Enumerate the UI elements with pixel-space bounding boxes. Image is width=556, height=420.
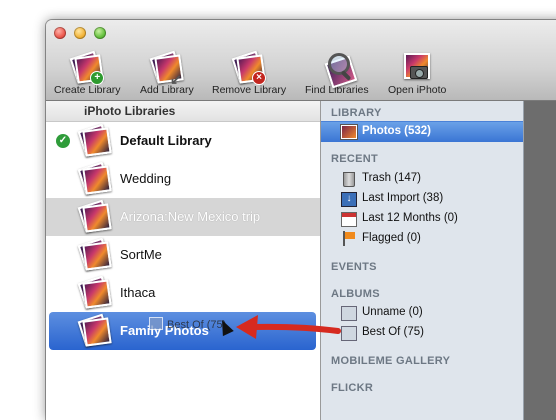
library-section-header: LIBRARY — [331, 107, 382, 119]
source-item-trash[interactable]: Trash (147) — [321, 169, 523, 189]
import-icon: ↓ — [341, 191, 357, 207]
library-name: SortMe — [120, 247, 162, 262]
remove-library-icon: × — [231, 50, 267, 85]
library-icon — [77, 161, 112, 195]
album-icon — [149, 317, 163, 330]
library-icon — [77, 275, 112, 309]
library-row-sortme[interactable]: SortMe — [46, 236, 320, 274]
content-area — [524, 101, 556, 420]
remove-library-label: Remove Library — [212, 84, 287, 96]
recent-section-header: RECENT — [331, 153, 379, 165]
close-window-button[interactable] — [54, 27, 66, 39]
source-item-label: Last 12 Months (0) — [362, 212, 458, 224]
library-icon — [77, 237, 112, 271]
library-list-header: iPhoto Libraries — [46, 101, 320, 122]
drag-ghost: Best Of (75) — [149, 317, 226, 331]
source-item-last-import[interactable]: ↓ Last Import (38) — [321, 189, 523, 209]
find-libraries-icon — [322, 53, 358, 89]
library-row-wedding[interactable]: Wedding — [46, 160, 320, 198]
source-item-label: Photos (532) — [362, 125, 432, 137]
album-icon — [341, 305, 357, 321]
calendar-icon — [341, 211, 357, 227]
library-row-ithaca[interactable]: Ithaca — [46, 274, 320, 312]
mobileme-section-header: MOBILEME GALLERY — [331, 355, 451, 367]
library-icon — [77, 123, 112, 157]
library-list-pane: iPhoto Libraries ✓ Default Library Weddi… — [46, 101, 321, 420]
find-libraries-button[interactable]: Find Libraries — [305, 53, 369, 96]
add-library-label: Add Library — [140, 84, 194, 96]
source-item-unname[interactable]: Unname (0) — [321, 303, 523, 323]
library-icon — [77, 199, 112, 233]
source-item-label: Unname (0) — [362, 306, 423, 318]
open-iphoto-icon — [402, 53, 432, 83]
source-item-best-of[interactable]: Best Of (75) — [321, 323, 523, 343]
source-item-label: Trash (147) — [362, 172, 422, 184]
library-icon — [77, 313, 112, 347]
flag-icon — [341, 231, 357, 247]
source-item-label: Best Of (75) — [362, 326, 424, 338]
source-item-flagged[interactable]: Flagged (0) — [321, 229, 523, 249]
remove-library-button[interactable]: × Remove Library — [212, 50, 287, 96]
open-iphoto-button[interactable]: Open iPhoto — [388, 53, 446, 96]
zoom-window-button[interactable] — [94, 27, 106, 39]
source-item-photos[interactable]: Photos (532) — [321, 121, 523, 142]
create-library-label: Create Library — [54, 84, 121, 96]
create-library-icon: + — [69, 50, 105, 85]
source-item-last-12-months[interactable]: Last 12 Months (0) — [321, 209, 523, 229]
flickr-section-header: FLICKR — [331, 382, 374, 394]
app-window: + Create Library ↙ Add Library × Remove … — [46, 20, 556, 420]
add-library-icon: ↙ — [149, 50, 184, 86]
open-iphoto-label: Open iPhoto — [388, 84, 447, 96]
library-row-default[interactable]: ✓ Default Library — [46, 122, 320, 160]
library-row-arizona[interactable]: Arizona:New Mexico trip — [46, 198, 320, 236]
library-name: Arizona:New Mexico trip — [120, 209, 261, 224]
title-bar: + Create Library ↙ Add Library × Remove … — [46, 20, 556, 101]
albums-section-header: ALBUMS — [331, 288, 380, 300]
checkmark-icon: ✓ — [56, 134, 70, 148]
source-item-label: Last Import (38) — [362, 192, 444, 204]
photos-icon — [341, 124, 357, 140]
minimize-window-button[interactable] — [74, 27, 86, 39]
add-library-button[interactable]: ↙ Add Library — [140, 50, 194, 96]
library-name: Ithaca — [120, 285, 156, 300]
iphoto-source-list: LIBRARY Photos (532) RECENT Trash (147) … — [321, 101, 524, 420]
create-library-button[interactable]: + Create Library — [54, 50, 121, 96]
library-name: Default Library — [120, 133, 212, 148]
trash-icon — [341, 171, 357, 187]
events-section-header[interactable]: EVENTS — [331, 261, 377, 273]
album-icon — [341, 325, 357, 341]
library-name: Wedding — [120, 171, 172, 186]
source-item-label: Flagged (0) — [362, 232, 421, 244]
